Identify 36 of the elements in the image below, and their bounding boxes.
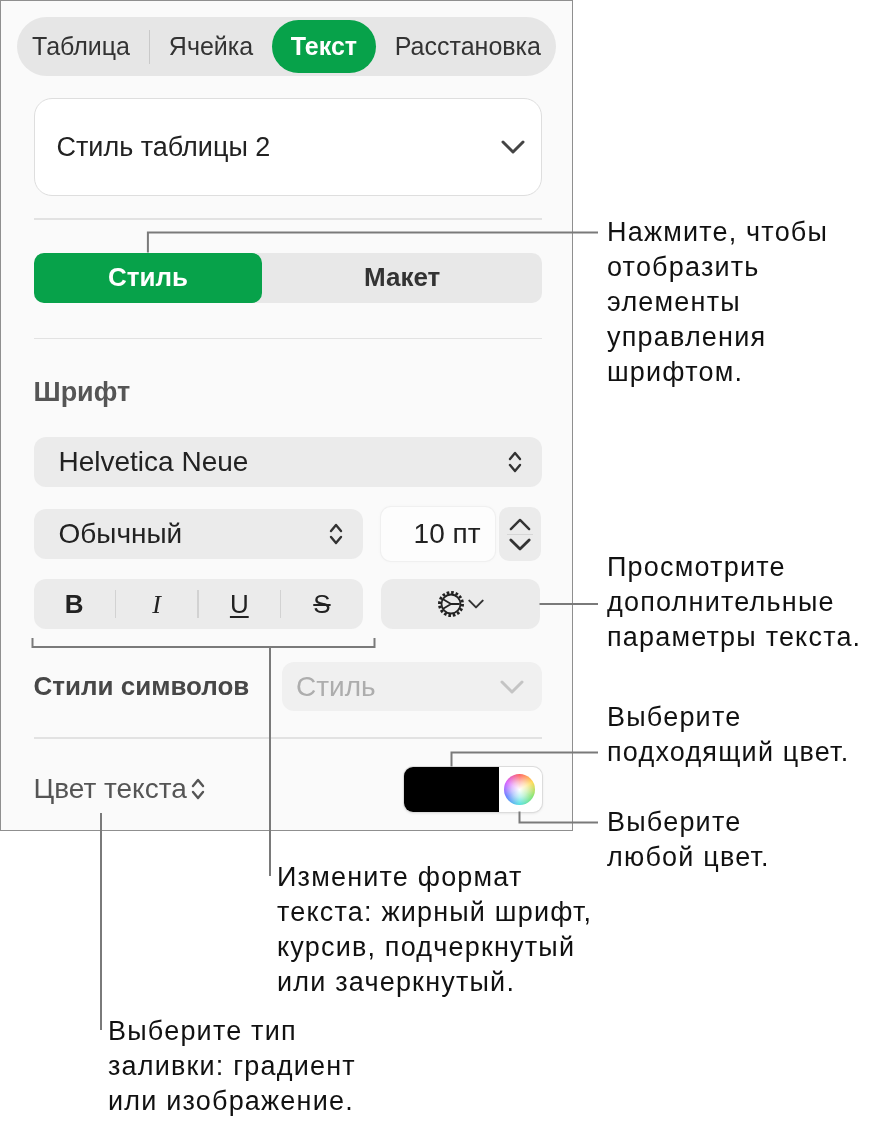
chevron-down-icon — [508, 537, 531, 551]
callout-text: Выберите тип заливки: градиент или изображение. — [108, 1015, 357, 1118]
chevron-down-icon — [467, 599, 484, 609]
color-well[interactable] — [404, 766, 542, 812]
callout-text: Выберите любой цвет. — [607, 806, 771, 874]
callout-text: Нажмите, чтобы отобразить элементы управления шрифтом. — [607, 216, 830, 389]
chevron-down-icon — [500, 679, 524, 694]
font-size-stepper[interactable] — [498, 507, 541, 561]
callout-text: Выберите подходящий цвет. — [607, 701, 851, 769]
color-wheel-icon[interactable] — [504, 773, 535, 805]
leader-line — [538, 603, 599, 605]
field-label: Стили символов — [33, 670, 250, 703]
up-down-chevron-icon — [328, 522, 343, 546]
bold-button[interactable]: B — [33, 579, 115, 629]
chevron-up-icon — [508, 517, 531, 531]
strikethrough-button[interactable]: S — [281, 579, 363, 629]
gear-icon — [436, 590, 465, 618]
callout-text: Измените формат текста: жирный шрифт, курсив, подчеркнутый или зачеркнутый. — [277, 861, 594, 999]
tab[interactable]: Расстановка — [382, 20, 553, 73]
mode-tab[interactable]: Макет — [262, 252, 542, 303]
font-family-popup[interactable]: Helvetica Neue — [33, 437, 542, 487]
tab[interactable]: Таблица — [20, 20, 143, 73]
text-options-button[interactable] — [380, 579, 540, 629]
italic-button[interactable]: I — [116, 579, 198, 629]
up-down-chevron-icon — [190, 777, 205, 801]
color-swatch[interactable] — [404, 766, 499, 812]
up-down-chevron-icon — [508, 450, 522, 474]
tab[interactable]: Ячейка — [156, 20, 266, 73]
font-size-field[interactable]: 10 пт — [380, 507, 495, 561]
underline-button[interactable]: U — [198, 579, 280, 629]
text-color-popup[interactable]: Цвет текста — [33, 768, 205, 810]
typeface-popup[interactable]: Обычный — [33, 509, 363, 559]
table-style-dropdown[interactable]: Стиль таблицы 2 — [33, 98, 542, 196]
callout-text: Просмотрите дополнительные параметры текста. — [607, 551, 863, 654]
chevron-down-icon — [501, 140, 525, 154]
section-heading: Шрифт — [33, 377, 132, 407]
